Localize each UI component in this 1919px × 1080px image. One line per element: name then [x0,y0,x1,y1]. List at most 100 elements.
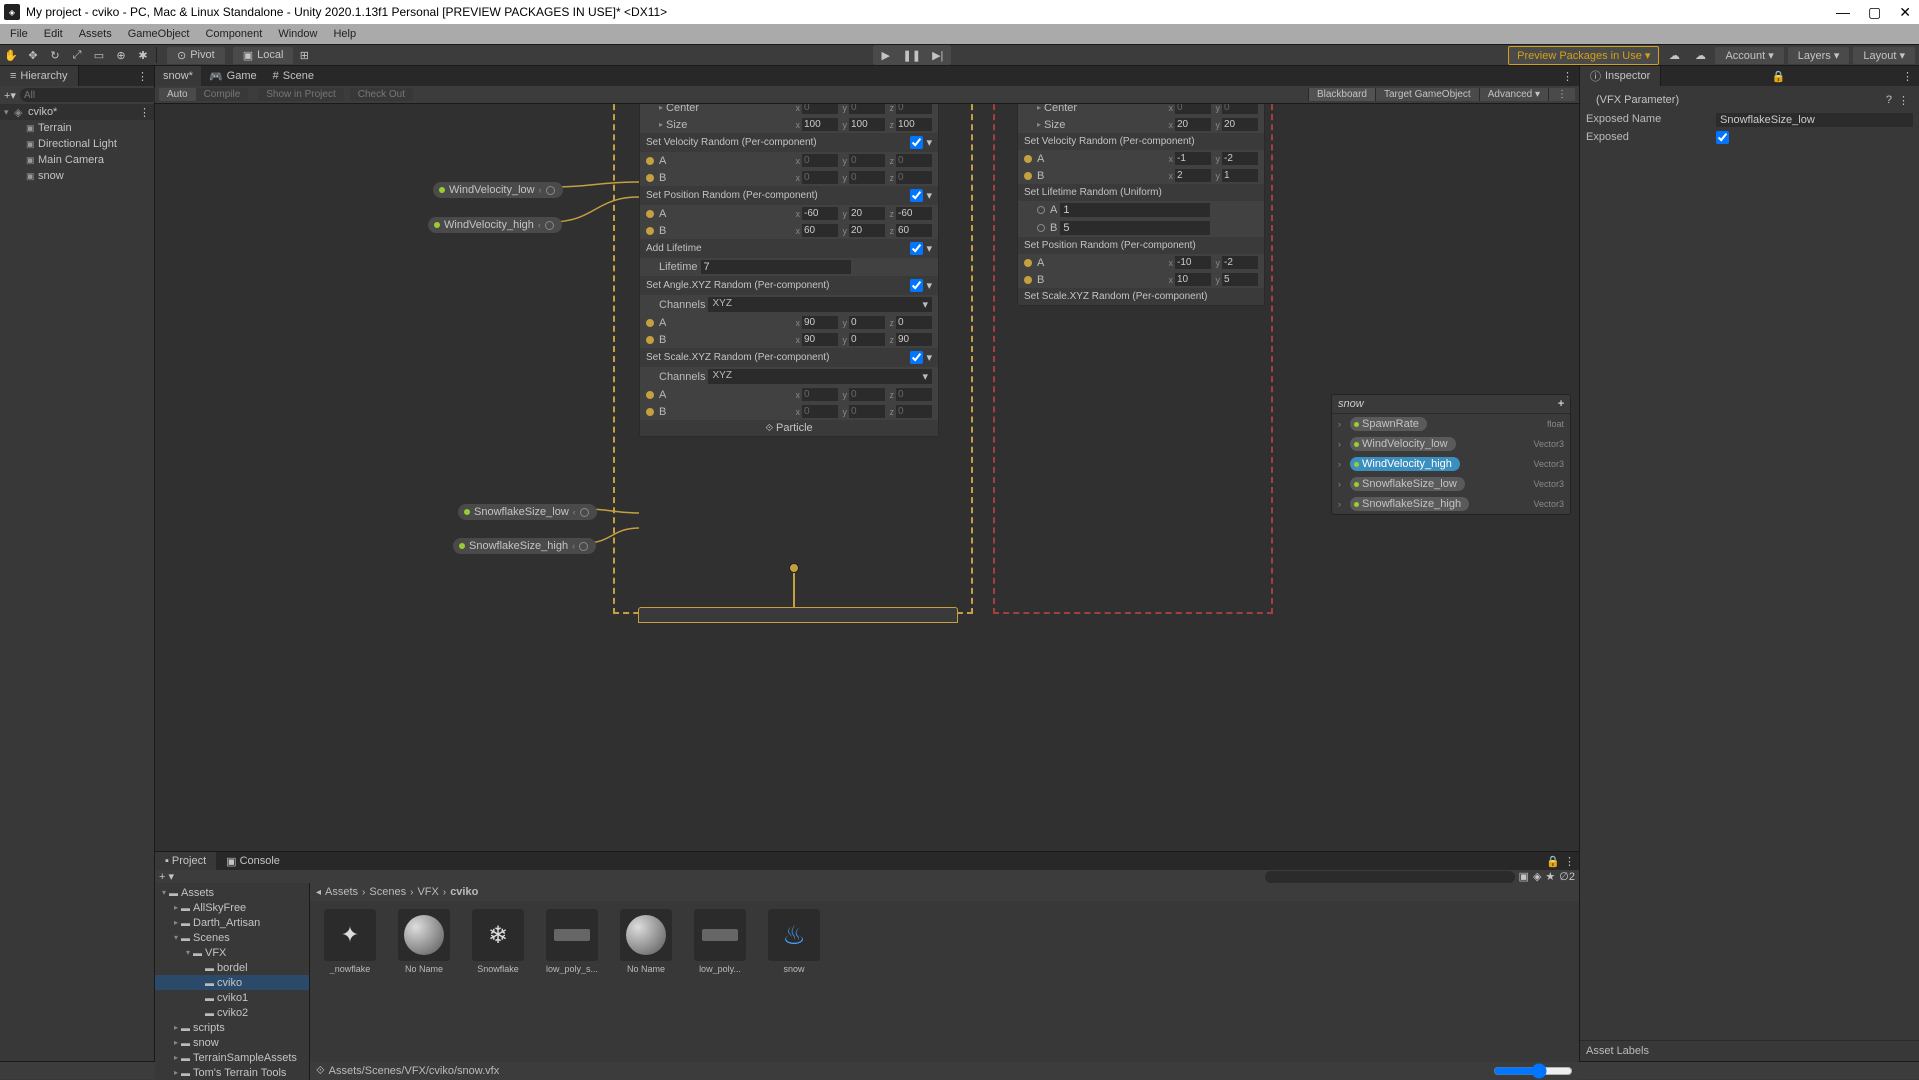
block-header[interactable]: Set Velocity Random (Per-component)▾ [640,133,938,152]
layout-dropdown[interactable]: Layout ▾ [1853,47,1915,64]
project-folder[interactable]: ▾▬VFX [155,945,309,960]
rect-tool-icon[interactable]: ▭ [88,45,110,65]
block-enabled-checkbox[interactable] [910,242,923,255]
auto-save-button[interactable]: Auto [159,88,196,101]
project-folder[interactable]: ▬cviko1 [155,990,309,1005]
hidden-icon[interactable]: ∅2 [1559,870,1575,883]
field-z[interactable] [896,171,932,184]
field-y[interactable] [849,207,885,220]
field-y[interactable] [1222,104,1258,114]
project-folder[interactable]: ▾▬Scenes [155,930,309,945]
field-x[interactable] [1175,169,1211,182]
block-enabled-checkbox[interactable] [910,351,923,364]
field-x[interactable] [802,224,838,237]
field-x[interactable] [802,154,838,167]
field-z[interactable] [896,405,932,418]
field-z[interactable] [896,316,932,329]
field-z[interactable] [896,333,932,346]
project-folder[interactable]: ▬cviko2 [155,1005,309,1020]
play-button[interactable]: ▶ [873,45,899,65]
scale-tool-icon[interactable]: ⤢ [66,45,88,65]
field-y[interactable] [849,224,885,237]
project-folder[interactable]: ▸▬scripts [155,1020,309,1035]
local-toggle[interactable]: ▣ Local [233,47,294,64]
menu-component[interactable]: Component [197,28,270,40]
blackboard-item[interactable]: › SnowflakeSize_low Vector3 [1332,474,1570,494]
block-header[interactable]: Set Position Random (Per-component) [1018,237,1264,254]
favorites-icon[interactable]: ★ [1545,870,1555,883]
project-asset[interactable]: No Name [614,909,678,974]
field-y[interactable] [1222,118,1258,131]
blackboard-item[interactable]: › WindVelocity_low Vector3 [1332,434,1570,454]
exposed-checkbox[interactable] [1716,131,1729,144]
block-header[interactable]: Add Lifetime▾ [640,239,938,258]
tab-vfx-graph[interactable]: snow* [155,66,201,86]
project-add-icon[interactable]: + ▾ [159,870,174,883]
param-pill[interactable]: SnowflakeSize_high‹ [453,538,596,554]
tab-game[interactable]: 🎮 Game [201,66,265,86]
field-z[interactable] [896,154,932,167]
project-lock-icon[interactable]: 🔒 [1546,855,1560,868]
hierarchy-search[interactable] [20,88,160,102]
inspector-lock-icon[interactable]: 🔒 [1766,70,1792,83]
field-x[interactable] [802,118,838,131]
project-asset[interactable]: ♨ snow [762,909,826,974]
field-x[interactable] [802,207,838,220]
field-z[interactable] [896,224,932,237]
blackboard-add-icon[interactable]: + [1558,398,1564,410]
channels-dropdown[interactable]: XYZ ▾ [708,369,932,384]
preset-icon[interactable]: ⋮ [1898,94,1909,107]
minimize-icon[interactable]: — [1836,4,1850,21]
field-y[interactable] [1222,273,1258,286]
input-port[interactable] [1024,259,1032,267]
checkout-button[interactable]: Check Out [350,88,413,101]
project-folder[interactable]: ▸▬TerrainSampleAssets [155,1050,309,1065]
layers-dropdown[interactable]: Layers ▾ [1788,47,1850,64]
menu-assets[interactable]: Assets [71,28,120,40]
block-enabled-checkbox[interactable] [910,136,923,149]
close-icon[interactable]: ✕ [1899,4,1911,21]
field-y[interactable] [849,316,885,329]
block-header[interactable]: Set Angle.XYZ Random (Per-component)▾ [640,276,938,295]
input-port[interactable] [1024,276,1032,284]
transform-tool-icon[interactable]: ⊕ [110,45,132,65]
tab-console[interactable]: ▣ Console [216,852,290,870]
input-port[interactable] [646,157,654,165]
filter-by-label-icon[interactable]: ◈ [1533,870,1541,883]
step-button[interactable]: ▶| [925,45,951,65]
project-folder[interactable]: ▸▬Darth_Artisan [155,915,309,930]
menu-file[interactable]: File [2,28,36,40]
hierarchy-add-icon[interactable]: +▾ [4,89,16,102]
hierarchy-menu-icon[interactable]: ⋮ [131,70,154,83]
param-pill[interactable]: WindVelocity_high‹ [428,217,562,233]
graph-menu-icon[interactable]: ⋮ [1548,88,1575,101]
target-gameobject-button[interactable]: Target GameObject [1375,88,1479,101]
project-asset[interactable]: low_poly_s... [540,909,604,974]
project-folder[interactable]: ▾▬Assets [155,885,309,900]
project-asset[interactable]: low_poly... [688,909,752,974]
inspector-menu-icon[interactable]: ⋮ [1896,70,1919,83]
field-z[interactable] [896,388,932,401]
account-dropdown[interactable]: Account ▾ [1715,47,1783,64]
field-x[interactable] [1175,152,1211,165]
field-value[interactable] [1060,221,1210,235]
block-enabled-checkbox[interactable] [910,279,923,292]
show-in-project-button[interactable]: Show in Project [258,88,343,101]
field-value[interactable] [701,260,851,274]
project-breadcrumb[interactable]: ◂ Assets › Scenes › VFX › cviko [310,883,1579,901]
input-port[interactable] [646,227,654,235]
move-tool-icon[interactable]: ✥ [22,45,44,65]
input-port[interactable] [646,174,654,182]
field-x[interactable] [802,388,838,401]
hierarchy-item[interactable]: ▣Terrain [0,120,154,136]
tab-project[interactable]: ▪ Project [155,852,216,870]
cloud-icon[interactable]: ☁ [1689,45,1711,65]
blackboard-item[interactable]: › SpawnRate float [1332,414,1570,434]
inspector-tab[interactable]: ⓘ Inspector [1580,66,1661,86]
project-folder[interactable]: ▬bordel [155,960,309,975]
hierarchy-item[interactable]: ▣snow [0,168,154,184]
blackboard-item[interactable]: › SnowflakeSize_high Vector3 [1332,494,1570,514]
field-x[interactable] [1175,273,1211,286]
field-x[interactable] [802,405,838,418]
input-port[interactable] [1024,155,1032,163]
